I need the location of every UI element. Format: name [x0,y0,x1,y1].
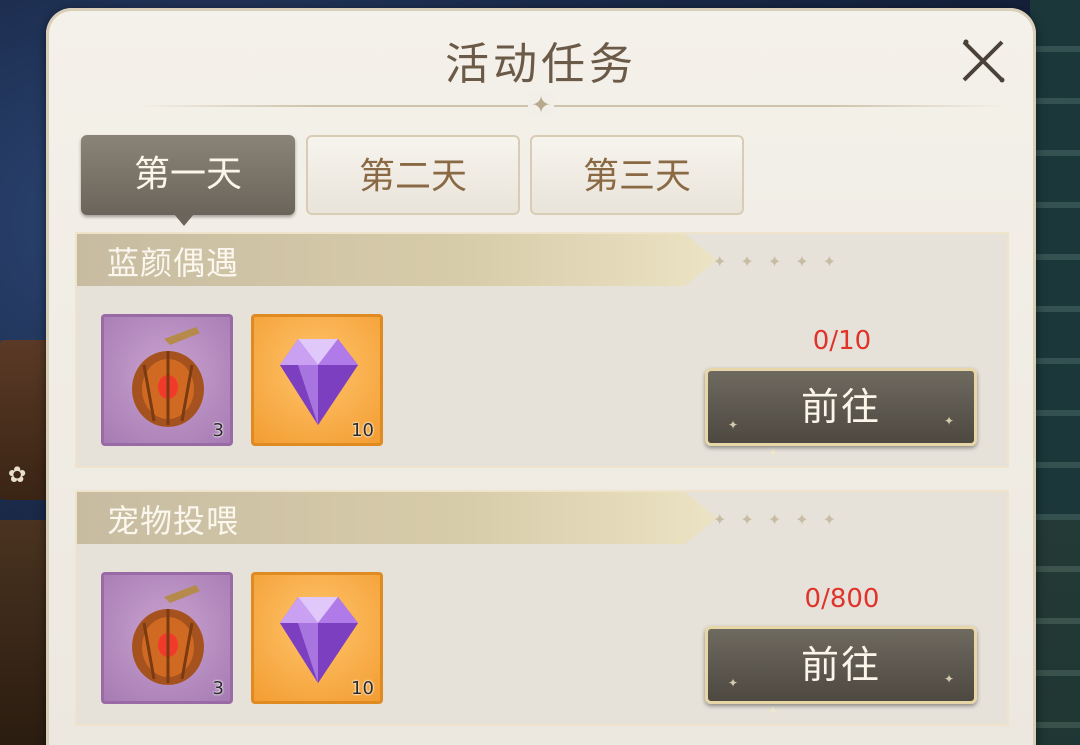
purple-diamond-icon [280,597,358,683]
tab-day-1[interactable]: 第一天 [81,135,295,215]
reward-item[interactable]: 3 [101,314,233,446]
header-sparkle-icon: ✦✦✦✦✦ [713,252,851,271]
close-icon [962,39,1005,83]
reward-item[interactable]: 10 [251,572,383,704]
go-button[interactable]: ✦ ✦ ✦ 前往 [705,626,977,718]
task-card: 蓝颜偶遇 ✦✦✦✦✦ 3 10 0/10 ✦ ✦ ✦ 前往 [75,232,1009,468]
task-title: 宠物投喂 [107,502,240,540]
reward-item[interactable]: 10 [251,314,383,446]
purple-diamond-icon [280,339,358,425]
background-book-glyph: ✿ [8,463,27,488]
go-button[interactable]: ✦ ✦ ✦ 前往 [705,368,977,460]
task-progress: 0/800 [804,584,880,614]
task-progress: 0/10 [812,326,872,356]
sparkle-icon: ✦ [944,414,957,428]
background-book: ✿ [0,340,48,500]
reward-count: 10 [351,678,374,699]
lantern-fruit-icon [132,327,204,427]
close-button[interactable] [956,34,1010,88]
title-divider [136,105,1006,107]
reward-count: 10 [351,420,374,441]
sparkle-icon: ✦ [728,676,741,690]
reward-count: 3 [212,420,224,441]
tab-day-3[interactable]: 第三天 [530,135,744,215]
active-tab-pointer [174,214,194,226]
header-sparkle-icon: ✦✦✦✦✦ [713,510,851,529]
sparkle-icon: ✦ [944,672,957,686]
task-title: 蓝颜偶遇 [107,244,240,282]
reward-item[interactable]: 3 [101,572,233,704]
go-button-label: 前往 [800,385,881,429]
task-card: 宠物投喂 ✦✦✦✦✦ 3 10 0/800 ✦ ✦ ✦ 前往 [75,490,1009,726]
panel-title: 活动任务 [445,39,637,90]
divider-star-icon: ✦ [528,92,554,118]
sparkle-icon: ✦ [768,704,781,718]
sparkle-icon: ✦ [768,446,781,460]
tab-day-2[interactable]: 第二天 [306,135,520,215]
task-panel: 活动任务 ✦ 第一天 第二天 第三天 蓝颜偶遇 ✦✦✦✦✦ 3 10 0/10 … [46,8,1036,745]
sparkle-icon: ✦ [728,418,741,432]
reward-count: 3 [212,678,224,699]
background-shelf [1030,0,1080,745]
lantern-fruit-icon [132,585,204,685]
go-button-label: 前往 [800,643,881,687]
